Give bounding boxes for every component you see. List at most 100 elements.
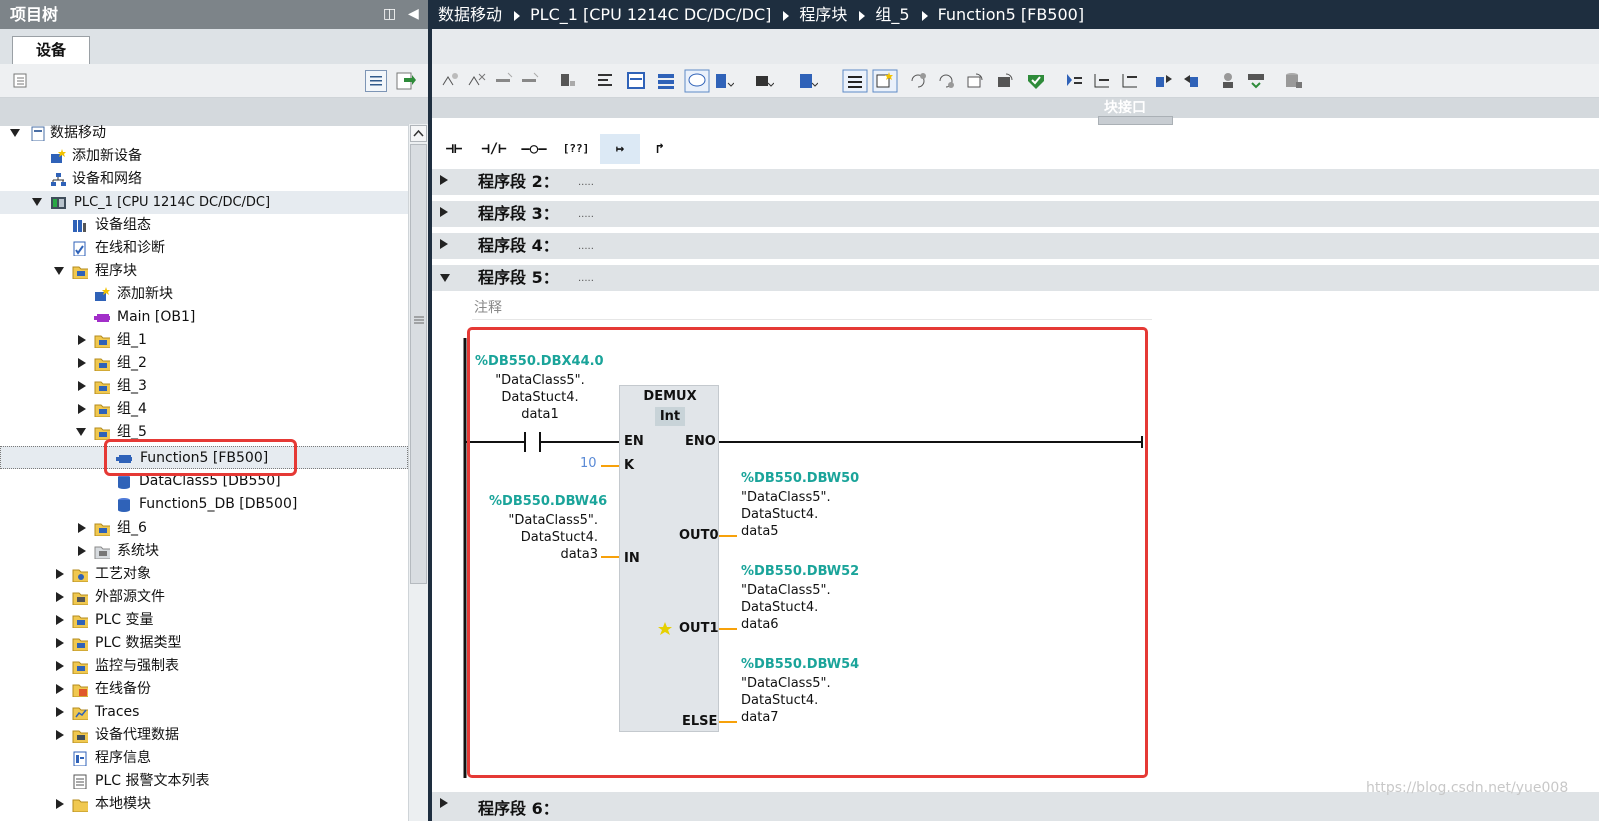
expand-arrow-icon[interactable] (78, 523, 86, 533)
network-comment-icon[interactable] (714, 71, 734, 91)
expand-arrow-icon[interactable] (56, 638, 64, 648)
tree-item-project[interactable]: 数据移动 (0, 122, 408, 145)
monitor-icon[interactable] (1026, 71, 1046, 91)
tree-item-main-ob1[interactable]: Main [OB1] (0, 306, 408, 329)
tree-item-group-3[interactable]: 组_3 (0, 375, 408, 398)
tree-item-add-device[interactable]: 添加新设备 (0, 145, 408, 168)
highlight-icon[interactable] (872, 69, 898, 93)
list-display-icon[interactable] (842, 69, 868, 93)
call-icon[interactable] (1182, 71, 1202, 91)
collapse-arrow-icon[interactable] (10, 129, 20, 137)
tree-item-traces[interactable]: Traces (0, 701, 408, 724)
tree-item-group-1[interactable]: 组_1 (0, 329, 408, 352)
compare-icon[interactable] (966, 71, 986, 91)
network-title-placeholder[interactable]: ..... (578, 233, 594, 261)
tree-item-technology-objects[interactable]: 工艺对象 (0, 563, 408, 586)
network-4-header[interactable]: 程序段 4： ..... (432, 233, 1599, 259)
tree-item-plc1[interactable]: PLC_1 [CPU 1214C DC/DC/DC] (0, 191, 408, 214)
expand-arrow-icon[interactable] (56, 684, 64, 694)
breadcrumb-item[interactable]: PLC_1 [CPU 1214C DC/DC/DC] (530, 5, 771, 24)
tree-item-alarm-texts[interactable]: PLC 报警文本列表 (0, 770, 408, 793)
tree-item-system-blocks[interactable]: 系统块 (0, 540, 408, 563)
open-block-icon[interactable] (1064, 71, 1084, 91)
tree-item-devices-networks[interactable]: 设备和网络 (0, 168, 408, 191)
empty-box-tool[interactable]: [??] (558, 134, 594, 164)
nc-contact-tool[interactable]: ⊣/⊢ (476, 134, 512, 164)
expand-arrow-icon[interactable] (78, 404, 86, 414)
go-to-next-icon[interactable] (1092, 71, 1112, 91)
database-icon[interactable] (1284, 71, 1304, 91)
go-online-icon[interactable] (395, 70, 417, 92)
expand-arrow-icon[interactable] (56, 592, 64, 602)
expand-arrow-icon[interactable] (78, 335, 86, 345)
list-view-icon[interactable] (365, 70, 387, 92)
network-title-placeholder[interactable]: ..... (578, 169, 594, 197)
properties-icon[interactable] (12, 72, 30, 90)
crossref-icon[interactable] (1218, 71, 1238, 91)
collapse-panel-icon[interactable]: ◀ (408, 0, 419, 29)
tree-item-plc-tags[interactable]: PLC 变量 (0, 609, 408, 632)
symbolic-display-icon[interactable] (656, 71, 676, 91)
tree-item-add-block[interactable]: 添加新块 (0, 283, 408, 306)
insert-row-icon[interactable] (494, 71, 514, 91)
expand-arrow-icon[interactable] (78, 358, 86, 368)
jump-icon[interactable] (1154, 71, 1174, 91)
tree-item-device-proxy[interactable]: 设备代理数据 (0, 724, 408, 747)
breadcrumb-item[interactable]: 数据移动 (438, 5, 502, 24)
breadcrumb-item[interactable]: Function5 [FB500] (938, 5, 1085, 24)
scroll-up-icon[interactable] (410, 125, 427, 142)
favorites-icon[interactable] (754, 71, 774, 91)
tree-item-external-sources[interactable]: 外部源文件 (0, 586, 408, 609)
delete-network-icon[interactable] (466, 71, 486, 91)
tree-item-device-config[interactable]: 设备组态 (0, 214, 408, 237)
network-title-placeholder[interactable]: ..... (578, 265, 594, 293)
expand-arrow-icon[interactable] (56, 707, 64, 717)
tree-item-group-6[interactable]: 组_6 (0, 517, 408, 540)
expand-arrow-icon[interactable] (56, 569, 64, 579)
comments-toggle-icon[interactable] (684, 69, 710, 93)
tree-item-program-info[interactable]: 程序信息 (0, 747, 408, 770)
expand-arrow-icon[interactable] (440, 207, 448, 217)
expand-arrow-icon[interactable] (56, 661, 64, 671)
network-comment-field[interactable]: 注释 (472, 296, 1152, 320)
tree-item-online-backups[interactable]: 在线备份 (0, 678, 408, 701)
coil-tool[interactable]: –○– (516, 134, 552, 164)
call-structure-icon[interactable] (1246, 71, 1266, 91)
expand-arrow-icon[interactable] (440, 798, 448, 808)
network-3-header[interactable]: 程序段 3： ..... (432, 201, 1599, 227)
insert-network-icon[interactable] (440, 71, 460, 91)
block-calls-icon[interactable] (798, 71, 818, 91)
add-row-icon[interactable] (520, 71, 540, 91)
align-left-icon[interactable] (596, 71, 616, 91)
interface-resize-handle[interactable] (1098, 116, 1173, 125)
network-title-placeholder[interactable]: ..... (578, 201, 594, 229)
tree-item-local-modules[interactable]: 本地模块 (0, 793, 408, 821)
tab-devices[interactable]: 设备 (12, 36, 90, 64)
collapse-arrow-icon[interactable] (440, 274, 450, 282)
network-5-header[interactable]: 程序段 5： ..... (432, 265, 1599, 291)
tree-item-group-2[interactable]: 组_2 (0, 352, 408, 375)
tree-item-watch-tables[interactable]: 监控与强制表 (0, 655, 408, 678)
network-2-header[interactable]: 程序段 2： ..... (432, 169, 1599, 195)
link-icon[interactable] (936, 71, 956, 91)
expand-arrow-icon[interactable] (56, 615, 64, 625)
open-branch-tool[interactable]: ↦ (600, 134, 640, 164)
tree-item-online-diag[interactable]: 在线和诊断 (0, 237, 408, 260)
collapse-arrow-icon[interactable] (32, 198, 42, 206)
tree-item-function5-db[interactable]: Function5_DB [DB500] (0, 493, 408, 516)
collapse-arrow-icon[interactable] (76, 428, 86, 436)
close-branch-tool[interactable]: ↱ (642, 134, 678, 164)
tree-item-group-4[interactable]: 组_4 (0, 398, 408, 421)
network-6-header[interactable]: 程序段 6： (432, 792, 1599, 821)
expand-arrow-icon[interactable] (440, 175, 448, 185)
undo-icon[interactable] (908, 71, 928, 91)
expand-arrow-icon[interactable] (56, 799, 64, 809)
expand-arrow-icon[interactable] (440, 239, 448, 249)
go-to-prev-icon[interactable] (1120, 71, 1140, 91)
absolute-display-icon[interactable] (626, 71, 646, 91)
breadcrumb-item[interactable]: 组_5 (875, 5, 909, 24)
expand-arrow-icon[interactable] (78, 546, 86, 556)
block-interface-label[interactable]: 块接口 (1104, 98, 1146, 118)
tree-item-plc-data-types[interactable]: PLC 数据类型 (0, 632, 408, 655)
breadcrumb-item[interactable]: 程序块 (799, 5, 847, 24)
